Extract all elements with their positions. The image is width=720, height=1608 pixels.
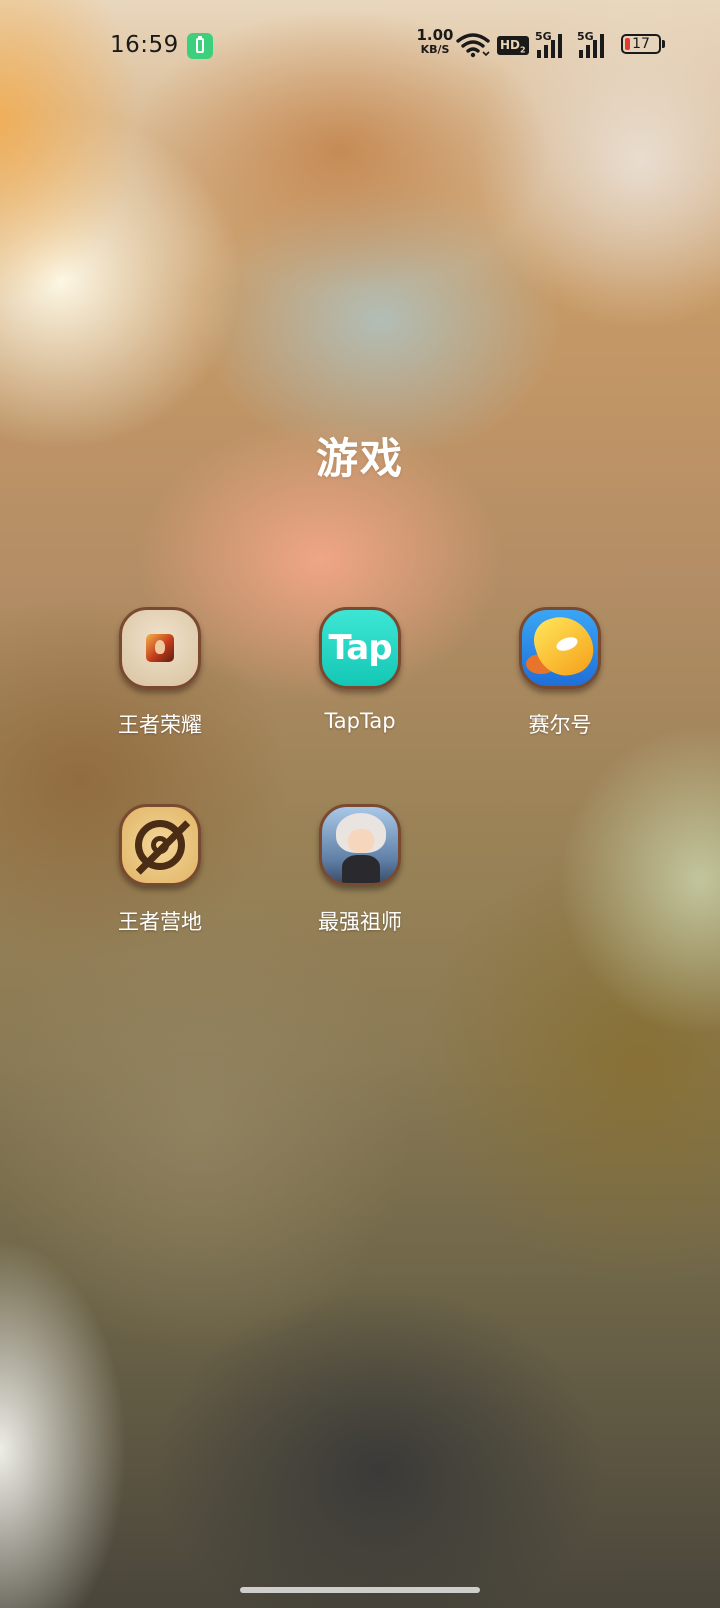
hd-voice-sub: 2 (520, 45, 526, 55)
app-label: 赛尔号 (528, 713, 592, 737)
kings-camp-icon[interactable] (119, 804, 201, 886)
network-speed: 1.00 KB/S (416, 26, 454, 56)
home-indicator[interactable] (240, 1587, 480, 1593)
app-strongest-patriarch[interactable]: 最强祖师 (280, 804, 440, 936)
battery-cap (662, 40, 665, 48)
folder-title[interactable]: 游戏 (0, 425, 720, 486)
battery-level: 17 (632, 36, 650, 52)
wifi-icon (456, 33, 490, 58)
app-honor-of-kings[interactable]: 王者荣耀 (80, 607, 240, 739)
network-speed-value: 1.00 (416, 26, 454, 44)
taptap-icon[interactable]: Tap (319, 607, 401, 689)
app-kings-camp[interactable]: 王者营地 (80, 804, 240, 936)
charging-icon (187, 33, 213, 59)
app-label: 王者荣耀 (118, 713, 202, 737)
app-seer[interactable]: 赛尔号 (480, 607, 640, 739)
sim1-network-label: 5G (535, 30, 552, 43)
app-label: 最强祖师 (318, 910, 402, 934)
cellular-signal-1-icon: 5G (535, 30, 569, 58)
cellular-signal-2-icon: 5G (577, 30, 611, 58)
sim2-network-label: 5G (577, 30, 594, 43)
taptap-icon-text: Tap (328, 628, 392, 668)
status-time: 16:59 (110, 32, 179, 58)
seer-icon[interactable] (519, 607, 601, 689)
strongest-patriarch-icon[interactable] (319, 804, 401, 886)
status-bar: 16:59 1.00 KB/S HD2 5G 5G 17 (0, 28, 720, 64)
network-speed-unit: KB/S (420, 43, 450, 56)
battery-icon: 17 (621, 34, 661, 54)
app-label: TapTap (324, 709, 396, 733)
hd-voice-badge: HD2 (497, 36, 529, 55)
hd-voice-label: HD (500, 38, 521, 52)
app-taptap[interactable]: Tap TapTap (280, 607, 440, 733)
honor-of-kings-icon[interactable] (119, 607, 201, 689)
app-label: 王者营地 (118, 910, 202, 934)
